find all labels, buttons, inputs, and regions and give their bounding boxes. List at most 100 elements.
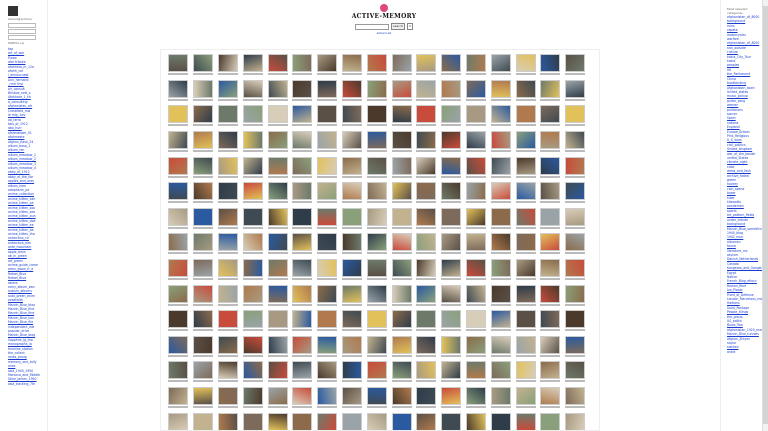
thumbnail-cell[interactable] [414,231,439,257]
thumbnail-image[interactable] [267,79,288,98]
thumbnail-cell[interactable] [340,231,365,257]
thumbnail-image[interactable] [515,387,536,406]
thumbnail-cell[interactable] [439,410,464,430]
thumbnail-image[interactable] [168,335,189,354]
thumbnail-cell[interactable] [563,308,588,334]
thumbnail-image[interactable] [391,233,412,252]
thumbnail-cell[interactable] [439,282,464,308]
thumbnail-image[interactable] [267,335,288,354]
thumbnail-cell[interactable] [216,231,241,257]
thumbnail-cell[interactable] [166,206,191,232]
thumbnail-cell[interactable] [439,103,464,129]
thumbnail-cell[interactable] [364,385,389,411]
thumbnail-cell[interactable] [389,206,414,232]
thumbnail-image[interactable] [292,182,313,201]
thumbnail-image[interactable] [441,310,462,329]
thumbnail-image[interactable] [465,284,486,303]
thumbnail-cell[interactable] [315,78,340,104]
thumbnail-cell[interactable] [315,154,340,180]
thumbnail-image[interactable] [490,233,511,252]
thumbnail-image[interactable] [565,233,586,252]
thumbnail-image[interactable] [515,207,536,226]
thumbnail-image[interactable] [366,335,387,354]
thumbnail-cell[interactable] [538,52,563,78]
thumbnail-image[interactable] [217,335,238,354]
thumbnail-cell[interactable] [464,410,489,430]
thumbnail-image[interactable] [267,105,288,124]
thumbnail-cell[interactable] [265,308,290,334]
thumbnail-image[interactable] [490,310,511,329]
thumbnail-cell[interactable] [389,129,414,155]
thumbnail-image[interactable] [490,335,511,354]
thumbnail-image[interactable] [317,259,338,278]
thumbnail-image[interactable] [391,54,412,73]
thumbnail-image[interactable] [267,207,288,226]
thumbnail-cell[interactable] [191,282,216,308]
thumbnail-cell[interactable] [364,231,389,257]
thumbnail-image[interactable] [366,361,387,380]
thumbnail-cell[interactable] [240,206,265,232]
thumbnail-image[interactable] [515,310,536,329]
thumbnail-image[interactable] [168,156,189,175]
thumbnail-image[interactable] [416,79,437,98]
thumbnail-image[interactable] [168,79,189,98]
thumbnail-image[interactable] [416,310,437,329]
thumbnail-image[interactable] [193,387,214,406]
thumbnail-cell[interactable] [414,180,439,206]
thumbnail-cell[interactable] [166,257,191,283]
thumbnail-cell[interactable] [216,385,241,411]
thumbnail-cell[interactable] [166,410,191,430]
thumbnail-image[interactable] [292,387,313,406]
thumbnail-cell[interactable] [389,180,414,206]
thumbnail-cell[interactable] [563,154,588,180]
thumbnail-cell[interactable] [414,410,439,430]
thumbnail-cell[interactable] [240,52,265,78]
thumbnail-image[interactable] [465,105,486,124]
thumbnail-cell[interactable] [563,180,588,206]
thumbnail-cell[interactable] [290,410,315,430]
thumbnail-cell[interactable] [538,257,563,283]
thumbnail-image[interactable] [366,387,387,406]
thumbnail-cell[interactable] [464,385,489,411]
thumbnail-cell[interactable] [240,282,265,308]
thumbnail-image[interactable] [540,182,561,201]
thumbnail-image[interactable] [317,105,338,124]
thumbnail-image[interactable] [193,105,214,124]
thumbnail-image[interactable] [193,335,214,354]
thumbnail-image[interactable] [193,207,214,226]
thumbnail-image[interactable] [341,131,362,150]
thumbnail-cell[interactable] [389,334,414,360]
thumbnail-image[interactable] [292,233,313,252]
thumbnail-cell[interactable] [191,231,216,257]
thumbnail-image[interactable] [391,259,412,278]
thumbnail-cell[interactable] [191,154,216,180]
thumbnail-image[interactable] [317,207,338,226]
thumbnail-image[interactable] [565,284,586,303]
thumbnail-image[interactable] [540,156,561,175]
thumbnail-cell[interactable] [166,385,191,411]
thumbnail-cell[interactable] [538,231,563,257]
thumbnail-cell[interactable] [513,385,538,411]
page-scrollbar[interactable] [762,0,768,431]
thumbnail-image[interactable] [242,105,263,124]
thumbnail-image[interactable] [341,335,362,354]
thumbnail-cell[interactable] [488,410,513,430]
thumbnail-image[interactable] [317,156,338,175]
thumbnail-cell[interactable] [216,154,241,180]
thumbnail-image[interactable] [565,412,586,430]
thumbnail-image[interactable] [515,335,536,354]
thumbnail-image[interactable] [416,105,437,124]
thumbnail-cell[interactable] [364,103,389,129]
thumbnail-image[interactable] [217,105,238,124]
thumbnail-image[interactable] [416,156,437,175]
thumbnail-cell[interactable] [439,52,464,78]
thumbnail-cell[interactable] [340,78,365,104]
thumbnail-cell[interactable] [191,308,216,334]
thumbnail-cell[interactable] [240,385,265,411]
thumbnail-cell[interactable] [464,154,489,180]
thumbnail-cell[interactable] [191,103,216,129]
thumbnail-cell[interactable] [439,385,464,411]
thumbnail-cell[interactable] [290,334,315,360]
thumbnail-cell[interactable] [414,257,439,283]
thumbnail-image[interactable] [366,412,387,430]
